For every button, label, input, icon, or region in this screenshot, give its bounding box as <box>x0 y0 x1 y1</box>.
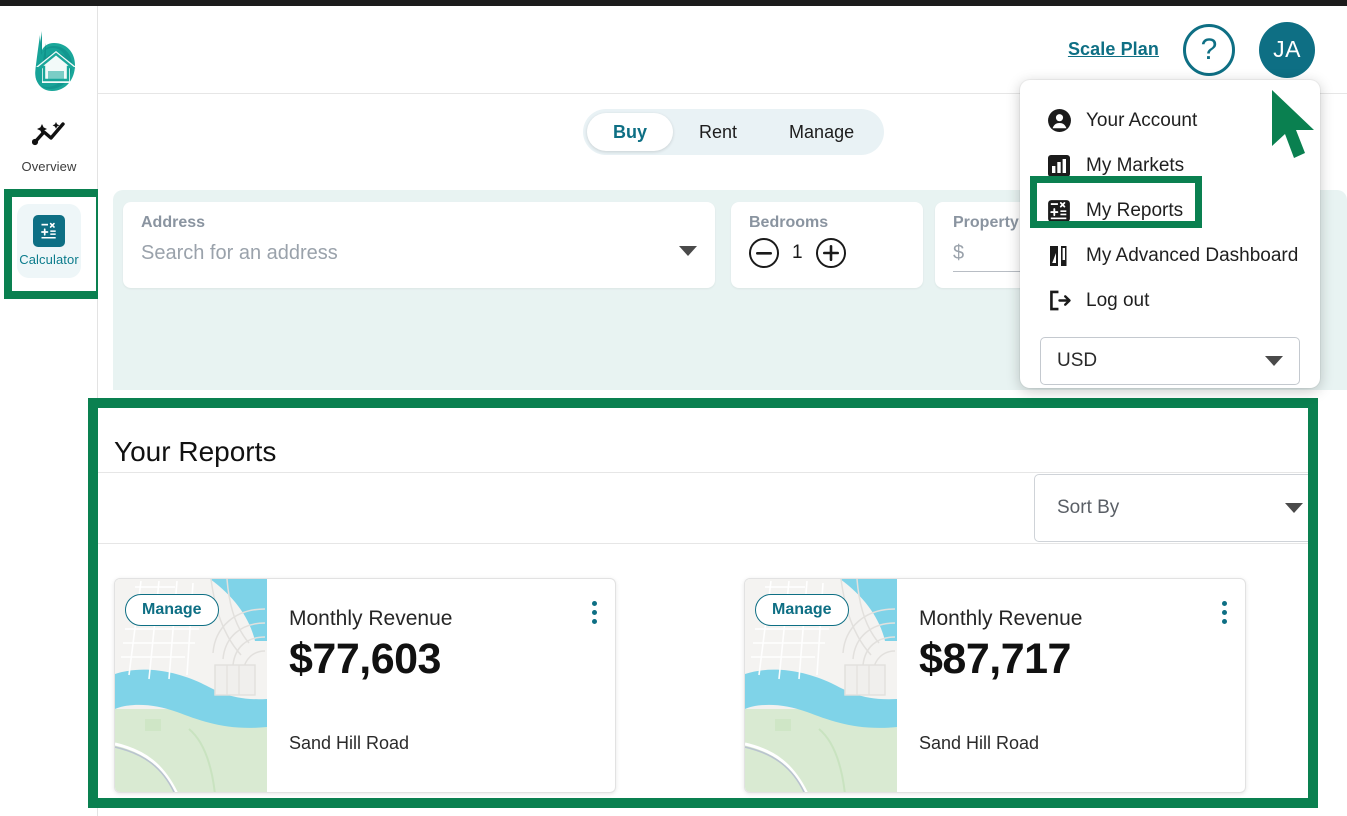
metric-label: Monthly Revenue <box>919 607 1083 630</box>
kebab-menu-icon[interactable] <box>1222 601 1227 624</box>
report-card[interactable]: Manage Monthly Revenue $87,717 Sand Hill… <box>744 578 1246 793</box>
logout-icon <box>1046 288 1072 314</box>
tab-buy[interactable]: Buy <box>587 113 674 151</box>
avatar[interactable]: JA <box>1259 21 1315 78</box>
calculator-icon <box>1046 198 1072 224</box>
menu-item-label: My Advanced Dashboard <box>1086 244 1299 266</box>
map-thumbnail: Manage <box>745 579 897 792</box>
increment-button[interactable] <box>815 238 846 268</box>
mouse-cursor-icon <box>1268 88 1330 169</box>
decrement-button[interactable] <box>749 238 779 268</box>
metric-value: $87,717 <box>919 635 1071 683</box>
chevron-down-icon <box>1265 356 1283 366</box>
your-reports-panel: Your Reports Sort By Manage Monthly Reve… <box>98 408 1308 798</box>
bedrooms-value: 1 <box>792 242 803 263</box>
property-logo-icon <box>35 31 76 91</box>
report-address: Sand Hill Road <box>289 733 410 753</box>
report-address: Sand Hill Road <box>919 733 1040 753</box>
divider <box>98 472 1308 473</box>
chevron-down-icon[interactable] <box>679 246 697 256</box>
bedrooms-filter: Bedrooms 1 <box>731 202 923 288</box>
metric-label: Monthly Revenue <box>289 607 453 630</box>
metric-value: $77,603 <box>289 635 441 683</box>
map-thumbnail: Manage <box>115 579 267 792</box>
search-input[interactable]: Search for an address <box>141 242 697 265</box>
tab-rent[interactable]: Rent <box>673 113 763 151</box>
report-card-body: Monthly Revenue $77,603 Sand Hill Road <box>267 579 615 792</box>
scale-plan-link[interactable]: Scale Plan <box>1068 39 1159 60</box>
tab-manage[interactable]: Manage <box>763 113 880 151</box>
trend-sparkle-icon <box>31 120 66 155</box>
menu-item-my-advanced-dashboard[interactable]: My Advanced Dashboard <box>1020 233 1320 278</box>
sort-by-select[interactable]: Sort By <box>1034 474 1308 542</box>
address-label: Address <box>141 214 206 231</box>
report-card-body: Monthly Revenue $87,717 Sand Hill Road <box>897 579 1245 792</box>
manage-badge[interactable]: Manage <box>125 594 219 626</box>
mode-tabs: Buy Rent Manage <box>583 109 885 155</box>
menu-item-log-out[interactable]: Log out <box>1020 278 1320 323</box>
currency-value: USD <box>1057 350 1098 371</box>
page-title: Your Reports <box>114 436 277 467</box>
address-filter[interactable]: Address Search for an address <box>123 202 715 288</box>
dashboard-icon <box>1046 243 1072 269</box>
report-cards-list: Manage Monthly Revenue $77,603 Sand Hill… <box>114 578 1246 793</box>
divider <box>98 543 1308 544</box>
chevron-down-icon <box>1285 503 1303 513</box>
person-circle-icon <box>1046 108 1072 134</box>
calculator-icon <box>33 215 65 247</box>
bar-chart-icon <box>1046 153 1072 179</box>
app-logo[interactable] <box>0 18 98 104</box>
menu-item-label: My Markets <box>1086 154 1185 176</box>
sidebar-item-calculator[interactable]: Calculator <box>0 204 98 278</box>
menu-item-label: Your Account <box>1086 109 1198 131</box>
highlight-box-your-reports: Your Reports Sort By Manage Monthly Reve… <box>88 398 1318 808</box>
bedrooms-label: Bedrooms <box>749 214 829 231</box>
sidebar-item-label-calculator: Calculator <box>19 252 79 267</box>
menu-item-label: My Reports <box>1086 199 1184 221</box>
report-card[interactable]: Manage Monthly Revenue $77,603 Sand Hill… <box>114 578 616 793</box>
app-root: Overview Calculator Scale Plan ? JA Buy … <box>0 0 1347 816</box>
quantity-stepper: 1 <box>749 238 905 268</box>
menu-item-label: Log out <box>1086 289 1150 311</box>
sort-by-label: Sort By <box>1057 497 1120 518</box>
kebab-menu-icon[interactable] <box>592 601 597 624</box>
sidebar-item-overview[interactable]: Overview <box>0 120 98 174</box>
manage-badge[interactable]: Manage <box>755 594 849 626</box>
help-icon[interactable]: ? <box>1183 23 1235 76</box>
menu-item-my-reports[interactable]: My Reports <box>1020 188 1320 233</box>
currency-select[interactable]: USD <box>1040 337 1300 385</box>
sidebar: Overview Calculator <box>0 6 104 816</box>
sidebar-item-label-overview: Overview <box>21 159 77 174</box>
